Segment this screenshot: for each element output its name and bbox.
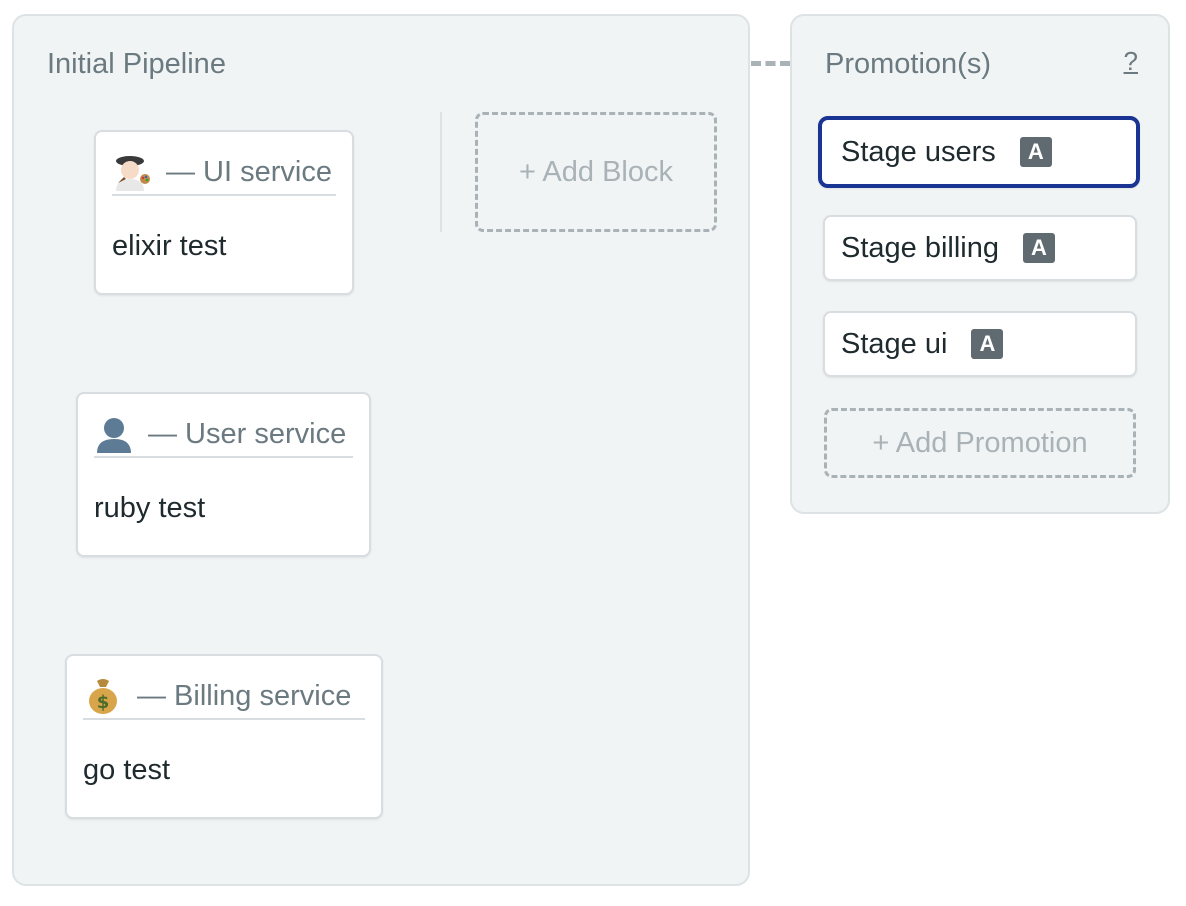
block-name: — User service	[148, 417, 347, 450]
user-silhouette-icon	[94, 415, 134, 453]
add-block-button[interactable]: + Add Block	[475, 112, 717, 232]
pipeline-promotion-connector	[751, 61, 790, 66]
block-job: ruby test	[94, 492, 206, 524]
promotion-label: Stage billing	[841, 231, 999, 264]
auto-badge: A	[971, 329, 1004, 359]
block-name: — Billing service	[137, 679, 352, 712]
promotion-label: Stage users	[841, 135, 996, 168]
pipeline-title: Initial Pipeline	[47, 48, 226, 80]
promotions-title: Promotion(s)	[825, 48, 991, 80]
add-promotion-button[interactable]: + Add Promotion	[824, 408, 1136, 478]
help-link[interactable]: ?	[1124, 46, 1138, 77]
money-bag-icon: $	[83, 677, 123, 715]
svg-text:$: $	[97, 692, 110, 713]
block-job: elixir test	[112, 230, 227, 262]
block-user-service[interactable]: — User service ruby test	[76, 392, 371, 557]
block-ui-service[interactable]: — UI service elixir test	[94, 130, 354, 295]
auto-badge: A	[1023, 233, 1055, 263]
column-divider	[440, 112, 442, 232]
block-header: — UI service	[112, 150, 336, 196]
block-header: — User service	[94, 412, 353, 458]
block-name: — UI service	[166, 155, 332, 188]
block-header: $ — Billing service	[83, 674, 365, 720]
promotion-stage-billing[interactable]: Stage billing A	[823, 215, 1137, 281]
block-job: go test	[83, 754, 171, 786]
promotion-stage-ui[interactable]: Stage ui A	[823, 311, 1137, 377]
promotion-stage-users[interactable]: Stage users A	[818, 116, 1140, 188]
artist-icon	[112, 153, 152, 191]
block-billing-service[interactable]: $ — Billing service go test	[65, 654, 383, 819]
promotion-label: Stage ui	[841, 327, 948, 360]
auto-badge: A	[1019, 137, 1052, 167]
